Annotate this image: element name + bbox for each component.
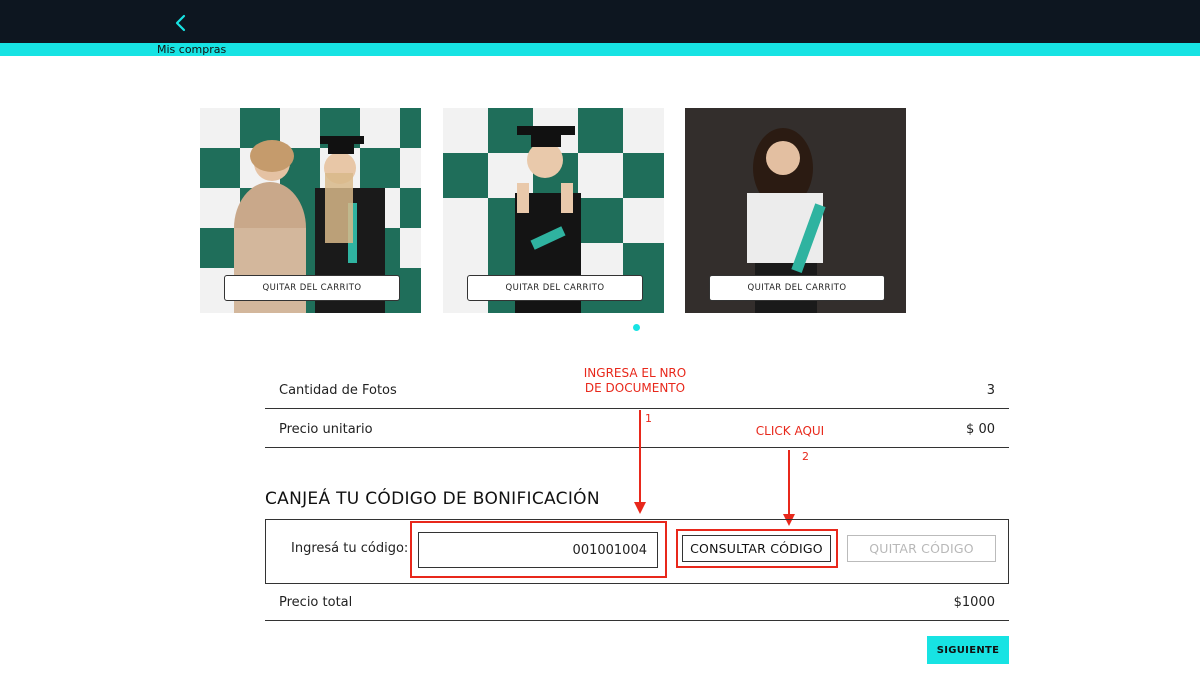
remove-code-button[interactable]: QUITAR CÓDIGO	[847, 535, 996, 562]
back-button[interactable]	[170, 12, 192, 34]
annotation-arrow-1	[634, 410, 646, 514]
annotation-arrow-2	[783, 450, 795, 526]
coupon-input-label: Ingresá tu código:	[291, 541, 409, 556]
remove-from-cart-button[interactable]: QUITAR DEL CARRITO	[709, 275, 885, 301]
chevron-left-icon	[175, 14, 186, 32]
cart-photo: QUITAR DEL CARRITO	[685, 108, 906, 313]
consult-code-button[interactable]: CONSULTAR CÓDIGO	[682, 535, 831, 562]
cart-photo: QUITAR DEL CARRITO	[443, 108, 664, 313]
total-price-value: $1000	[953, 595, 995, 610]
remove-from-cart-button[interactable]: QUITAR DEL CARRITO	[467, 275, 643, 301]
annotation-step1: INGRESA EL NRO DE DOCUMENTO	[560, 366, 710, 396]
photo-count-label: Cantidad de Fotos	[279, 383, 397, 398]
annotation-step2: CLICK AQUI	[755, 424, 825, 438]
unit-price-label: Precio unitario	[279, 422, 373, 437]
annotation-step1-line1: INGRESA EL NRO	[583, 366, 687, 380]
annotation-step1-line2: DE DOCUMENTO	[584, 381, 686, 395]
coupon-code-input[interactable]	[418, 532, 658, 568]
next-button[interactable]: SIGUIENTE	[927, 636, 1009, 664]
coupon-section-title: CANJEÁ TU CÓDIGO DE BONIFICACIÓN	[265, 489, 600, 509]
unit-price-value: $ 00	[966, 422, 995, 437]
remove-from-cart-button[interactable]: QUITAR DEL CARRITO	[224, 275, 400, 301]
total-price-label: Precio total	[279, 595, 353, 610]
carousel-indicator-dot[interactable]	[633, 324, 640, 331]
annotation-step2-number: 2	[802, 450, 809, 463]
breadcrumb: Mis compras	[157, 43, 227, 56]
cart-photo: QUITAR DEL CARRITO	[200, 108, 421, 313]
total-price-row: Precio total $1000	[265, 582, 1009, 621]
photo-count-value: 3	[986, 383, 995, 398]
